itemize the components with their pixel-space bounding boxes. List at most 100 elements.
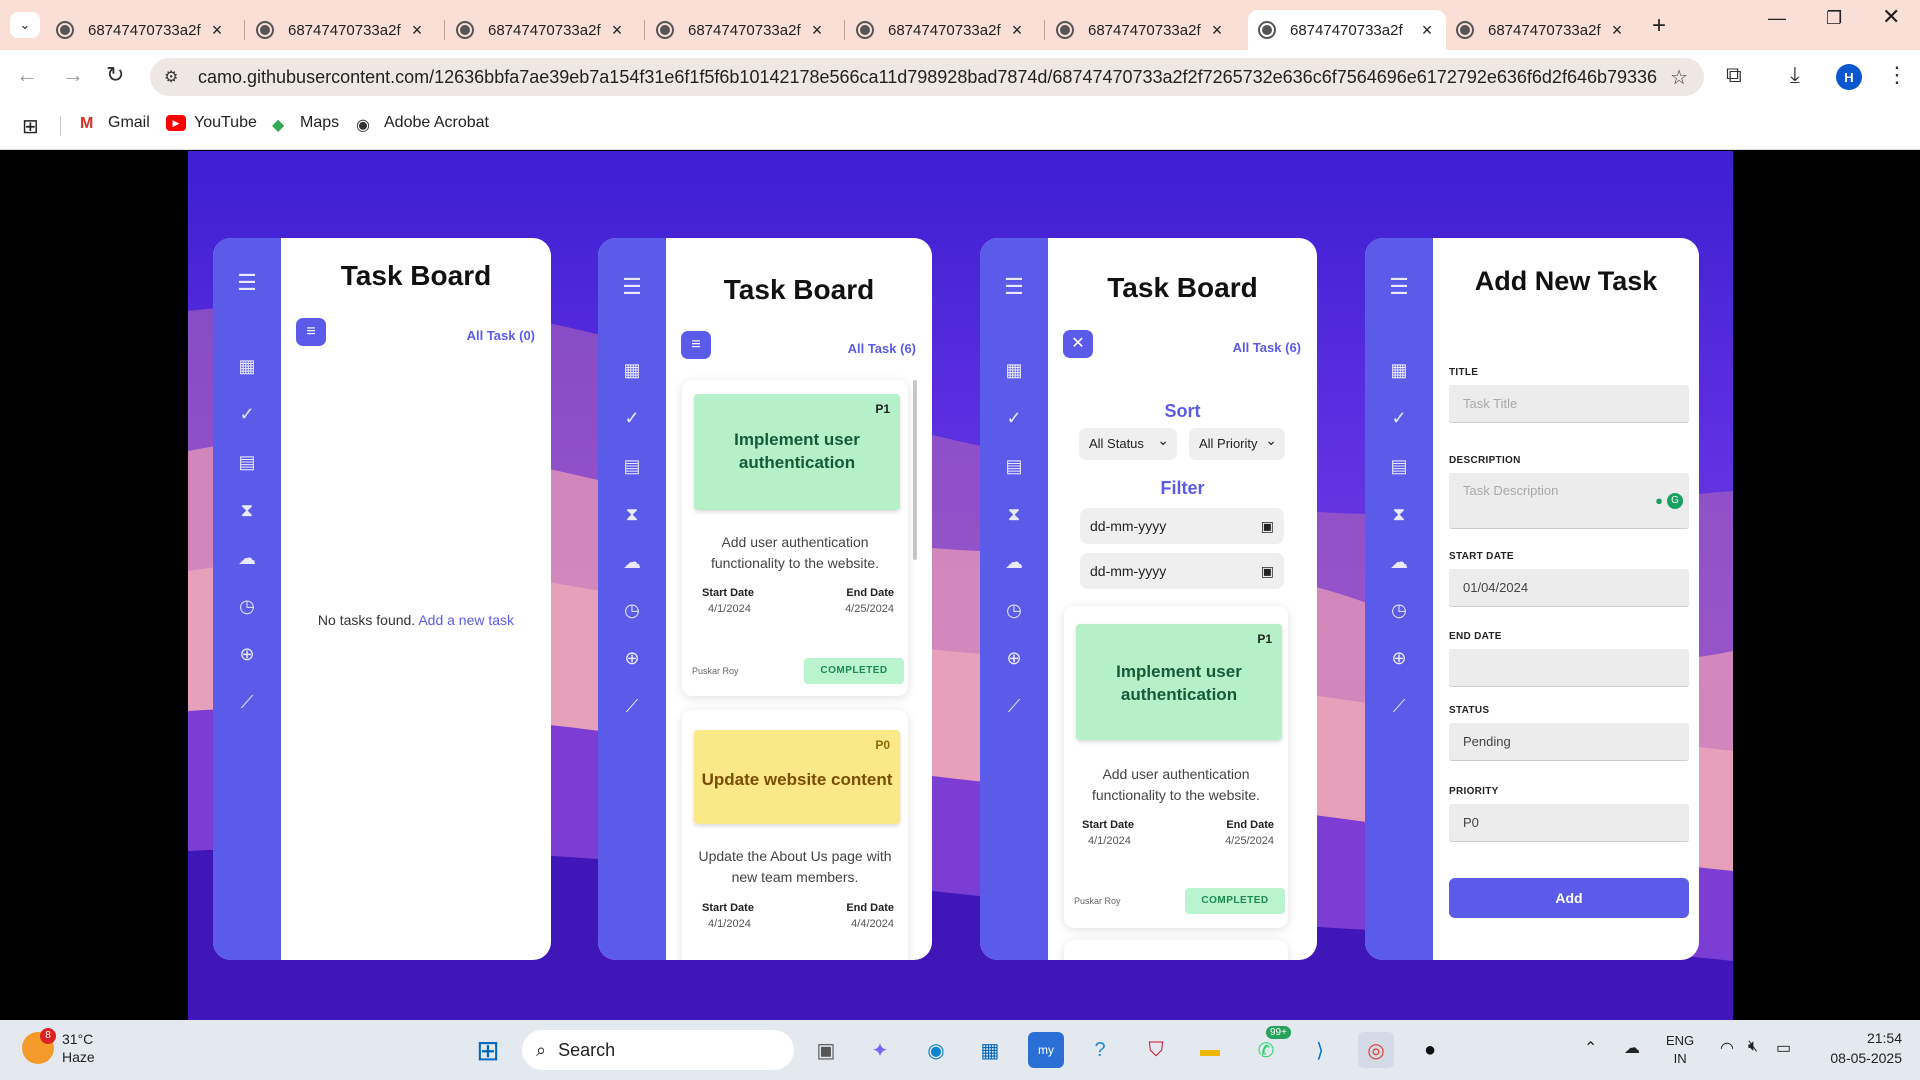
clock-icon[interactable]: ◷: [213, 596, 281, 617]
cloud-icon[interactable]: ☁: [598, 552, 666, 573]
url-text[interactable]: camo.githubusercontent.com/12636bbfa7ae3…: [198, 67, 1658, 88]
hourglass-icon[interactable]: ⧗: [598, 504, 666, 525]
start-date-input[interactable]: 01/04/2024: [1449, 569, 1689, 607]
task-card[interactable]: [1064, 940, 1288, 960]
all-task-count[interactable]: All Task (6): [1233, 340, 1301, 355]
browser-tab-active[interactable]: 68747470733a2f ×: [1248, 10, 1446, 50]
clock-icon[interactable]: ◷: [980, 600, 1048, 621]
battery-icon[interactable]: ▭: [1776, 1038, 1791, 1058]
file-explorer-icon[interactable]: ▬: [1192, 1032, 1228, 1068]
onedrive-icon[interactable]: ☁: [1624, 1038, 1640, 1058]
filter-button[interactable]: ≡: [681, 331, 711, 359]
task-add-icon[interactable]: ⊕: [1365, 648, 1433, 669]
cloud-icon[interactable]: ☁: [213, 548, 281, 569]
task-add-icon[interactable]: ⊕: [598, 648, 666, 669]
chrome-icon[interactable]: ◎: [1358, 1032, 1394, 1068]
task-card[interactable]: P0 Update website content Update the Abo…: [682, 710, 908, 960]
check-circle-icon[interactable]: ✓: [213, 404, 281, 425]
profile-avatar[interactable]: H: [1836, 64, 1862, 90]
check-circle-icon[interactable]: ✓: [598, 408, 666, 429]
end-date-input[interactable]: [1449, 649, 1689, 687]
browser-tab[interactable]: 68747470733a2f ×: [846, 10, 1036, 50]
system-clock[interactable]: 21:54 08-05-2025: [1812, 1028, 1902, 1068]
date-to-input[interactable]: dd-mm-yyyy: [1080, 553, 1284, 589]
title-input[interactable]: Task Title: [1449, 385, 1689, 423]
mylio-icon[interactable]: my: [1028, 1032, 1064, 1068]
copilot-icon[interactable]: ✦: [862, 1032, 898, 1068]
close-icon[interactable]: ×: [408, 20, 426, 41]
scrollbar[interactable]: [913, 380, 917, 560]
weather-widget[interactable]: 8 31°C Haze: [22, 1028, 95, 1066]
github-icon[interactable]: ●: [1412, 1032, 1448, 1068]
help-icon[interactable]: ?: [1082, 1032, 1118, 1068]
apps-icon[interactable]: ⊞: [22, 114, 39, 139]
menu-icon[interactable]: ⋮: [1886, 62, 1908, 88]
browser-tab[interactable]: 68747470733a2f ×: [46, 10, 236, 50]
all-task-count[interactable]: All Task (6): [848, 341, 916, 356]
start-button[interactable]: ⊞: [470, 1032, 506, 1068]
back-button[interactable]: ←: [16, 62, 38, 88]
browser-tab[interactable]: 68747470733a2f ×: [1446, 10, 1636, 50]
status-input[interactable]: Pending: [1449, 723, 1689, 761]
analytics-icon[interactable]: ⟋: [1365, 696, 1433, 717]
analytics-icon[interactable]: ⟋: [213, 692, 281, 713]
close-icon[interactable]: ×: [208, 20, 226, 41]
filter-button[interactable]: ≡: [296, 318, 326, 346]
analytics-icon[interactable]: ⟋: [980, 696, 1048, 717]
reload-button[interactable]: ↻: [106, 62, 124, 88]
browser-tab[interactable]: 68747470733a2f ×: [446, 10, 636, 50]
bookmark-maps[interactable]: ◆ Maps: [272, 114, 339, 134]
close-icon[interactable]: ×: [1208, 20, 1226, 41]
language-indicator[interactable]: ENG IN: [1666, 1032, 1694, 1068]
dashboard-icon[interactable]: ▦: [1365, 360, 1433, 381]
whatsapp-icon[interactable]: ✆ 99+: [1248, 1026, 1291, 1068]
close-icon[interactable]: ×: [1608, 20, 1626, 41]
hourglass-icon[interactable]: ⧗: [980, 504, 1048, 525]
clipboard-icon[interactable]: ▤: [598, 456, 666, 477]
task-add-icon[interactable]: ⊕: [213, 644, 281, 665]
browser-tab[interactable]: 68747470733a2f ×: [246, 10, 436, 50]
analytics-icon[interactable]: ⟋: [598, 696, 666, 717]
clipboard-icon[interactable]: ▤: [980, 456, 1048, 477]
hint-bulb-icon[interactable]: ●: [1655, 493, 1663, 509]
all-task-count[interactable]: All Task (0): [467, 328, 535, 343]
task-card[interactable]: P1 Implement user authentication Add use…: [682, 380, 908, 696]
bookmark-youtube[interactable]: ▶ YouTube: [166, 114, 257, 132]
store-icon[interactable]: ▦: [972, 1032, 1008, 1068]
check-circle-icon[interactable]: ✓: [980, 408, 1048, 429]
restore-button[interactable]: ❐: [1826, 8, 1842, 29]
close-icon[interactable]: ×: [1418, 20, 1436, 41]
task-list-icon[interactable]: ☰: [1365, 274, 1433, 300]
tab-search-button[interactable]: ⌄: [10, 12, 40, 38]
close-icon[interactable]: ×: [1008, 20, 1026, 41]
mcafee-icon[interactable]: ⛉: [1138, 1032, 1174, 1068]
hourglass-icon[interactable]: ⧗: [1365, 504, 1433, 525]
dashboard-icon[interactable]: ▦: [598, 360, 666, 381]
extensions-icon[interactable]: ⧉: [1726, 62, 1742, 88]
add-task-link[interactable]: Add a new task: [418, 612, 514, 628]
grammarly-icon[interactable]: G: [1667, 493, 1683, 509]
wifi-icon[interactable]: ◠: [1720, 1038, 1734, 1058]
volume-muted-icon[interactable]: 🔇︎: [1748, 1038, 1758, 1056]
forward-button[interactable]: →: [62, 62, 84, 88]
tray-chevron-icon[interactable]: ⌃: [1584, 1038, 1597, 1058]
download-icon[interactable]: ⤓: [1790, 62, 1800, 88]
vscode-icon[interactable]: ⟩: [1302, 1032, 1338, 1068]
check-circle-icon[interactable]: ✓: [1365, 408, 1433, 429]
close-filter-button[interactable]: ✕: [1063, 330, 1093, 358]
task-list-icon[interactable]: ☰: [980, 274, 1048, 300]
description-input[interactable]: Task Description G ●: [1449, 473, 1689, 529]
clock-icon[interactable]: ◷: [1365, 600, 1433, 621]
edge-icon[interactable]: ◉: [918, 1032, 954, 1068]
cloud-icon[interactable]: ☁: [1365, 552, 1433, 573]
dashboard-icon[interactable]: ▦: [980, 360, 1048, 381]
task-card[interactable]: P1 Implement user authentication Add use…: [1064, 606, 1288, 928]
close-icon[interactable]: ×: [808, 20, 826, 41]
hourglass-icon[interactable]: ⧗: [213, 500, 281, 521]
bookmark-star-icon[interactable]: ☆: [1670, 65, 1688, 90]
add-button[interactable]: Add: [1449, 878, 1689, 918]
priority-input[interactable]: P0: [1449, 804, 1689, 842]
site-info-icon[interactable]: ⚙: [164, 67, 186, 87]
cloud-icon[interactable]: ☁: [980, 552, 1048, 573]
clock-icon[interactable]: ◷: [598, 600, 666, 621]
